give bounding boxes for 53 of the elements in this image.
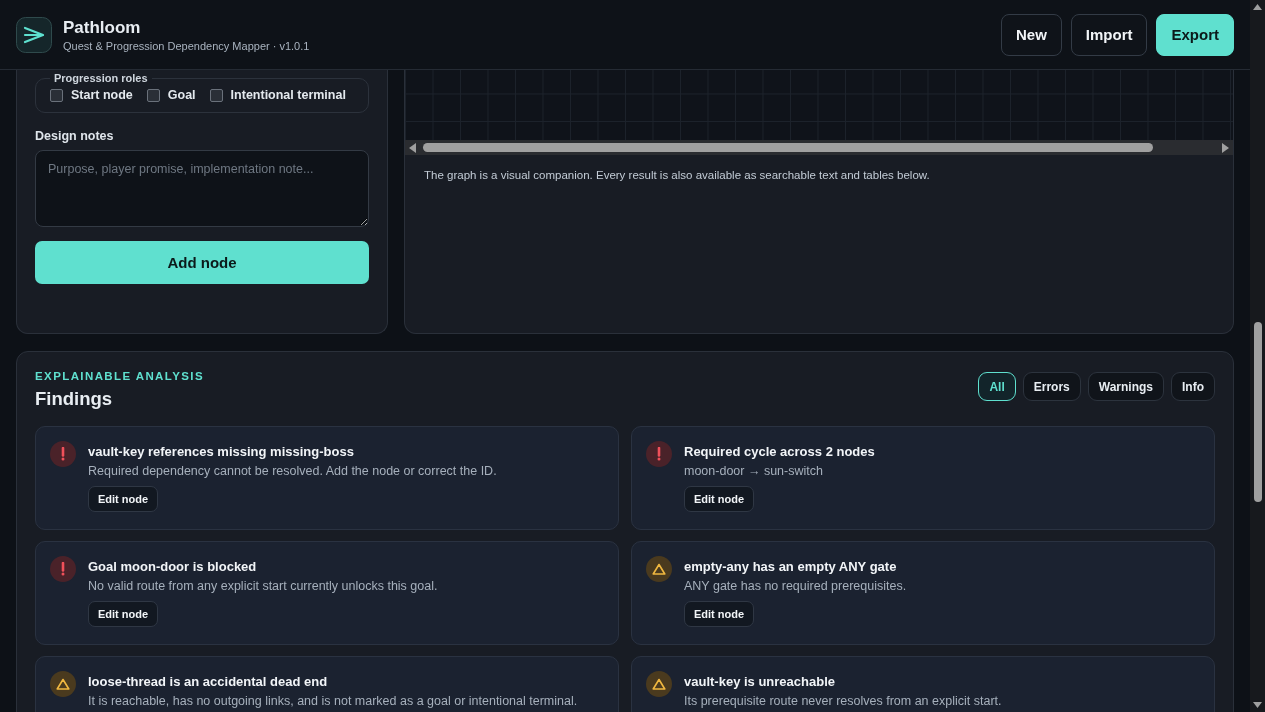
warning-icon: [646, 556, 672, 582]
scroll-down-icon[interactable]: [1253, 702, 1262, 708]
scrollbar-thumb[interactable]: [1253, 322, 1262, 502]
graph-caption: The graph is a visual companion. Every result is also available as searchable text and tables below.: [424, 169, 931, 181]
edit-node-button[interactable]: Edit node: [88, 486, 159, 512]
checkbox[interactable]: [209, 88, 223, 102]
page-scrollbar[interactable]: [1250, 0, 1265, 712]
finding-detail: It is reachable, has no outgoing links, and is not marked as a goal or intentional terminal.: [88, 694, 578, 708]
finding-title: empty-any has an empty ANY gate: [684, 559, 897, 574]
checkbox[interactable]: [50, 88, 63, 102]
app-name: Pathloom: [63, 17, 142, 38]
section-title: Findings: [35, 388, 114, 410]
finding-title: loose-thread is an accidental dead end: [88, 674, 328, 689]
logo-icon: [16, 16, 52, 53]
filter-chip[interactable]: All: [978, 372, 1016, 401]
error-icon: [646, 441, 672, 467]
horizontal-scrollbar[interactable]: [405, 140, 1233, 155]
field-label: Design notes: [35, 129, 115, 143]
checkbox-label: Goal: [167, 88, 196, 102]
warning-icon: [50, 671, 76, 697]
app-subtitle: Quest & Progression Dependency Mapper · v1.0.1: [63, 39, 310, 52]
finding-detail: ANY gate has no required prerequisites.: [684, 579, 907, 593]
edit-node-button[interactable]: Edit node: [88, 601, 159, 627]
error-icon: [50, 441, 76, 467]
finding-detail: Its prerequisite route never resolves from an explicit start.: [684, 694, 1002, 708]
finding-detail: No valid route from any explicit start currently unlocks this goal.: [88, 579, 438, 593]
header-button[interactable]: New: [1000, 13, 1062, 56]
scroll-right-icon[interactable]: [1221, 142, 1229, 153]
error-icon: [50, 556, 76, 582]
finding-title: Goal moon-door is blocked: [88, 559, 257, 574]
scroll-left-icon[interactable]: [409, 142, 417, 153]
edit-node-button[interactable]: Edit node: [684, 486, 755, 512]
scroll-up-icon[interactable]: [1253, 4, 1262, 10]
fieldset-legend: Progression roles: [50, 72, 152, 84]
section-eyebrow: EXPLAINABLE ANALYSIS: [35, 370, 204, 382]
header-button[interactable]: Import: [1070, 13, 1148, 56]
checkbox-label: Start node: [71, 88, 133, 102]
finding-title: vault-key references missing missing-boss: [88, 444, 354, 459]
filter-chip[interactable]: Info: [1171, 372, 1215, 401]
export-button[interactable]: Export: [1156, 13, 1234, 56]
scrollbar-thumb[interactable]: [423, 143, 1153, 152]
edit-node-button[interactable]: Edit node: [684, 601, 755, 627]
checkbox[interactable]: [146, 88, 160, 102]
finding-title: vault-key is unreachable: [684, 674, 835, 689]
notes-field[interactable]: Purpose, player promise, implementation note...: [35, 150, 369, 227]
finding-title: Required cycle across 2 nodes: [684, 444, 875, 459]
add-node-button[interactable]: Add node: [35, 241, 369, 284]
filter-chip[interactable]: Errors: [1022, 372, 1081, 401]
finding-detail: Required dependency cannot be resolved. Add the node or correct the ID.: [88, 464, 497, 478]
warning-icon: [646, 671, 672, 697]
filter-chip[interactable]: Warnings: [1087, 372, 1164, 401]
finding-detail: moon-door → sun-switch: [684, 464, 823, 478]
checkbox-label: Intentional terminal: [230, 88, 346, 102]
